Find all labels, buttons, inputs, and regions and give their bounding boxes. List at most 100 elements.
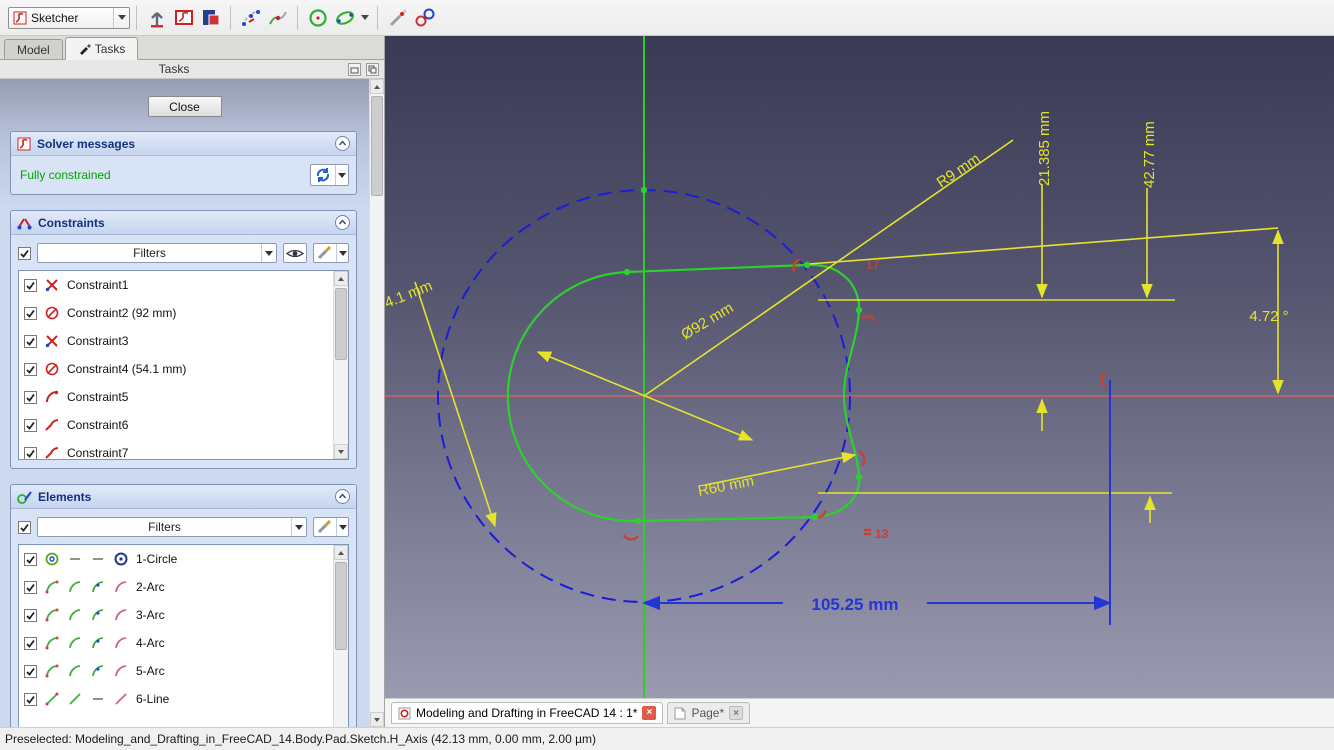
- sketch-viewport[interactable]: 4.1 mm Ø92 mm R9 mm 21.385 mm 42.77 mm 4…: [385, 36, 1334, 698]
- scrollbar-thumb[interactable]: [335, 288, 347, 360]
- constraint-marks[interactable]: [624, 259, 1113, 543]
- constraint-row[interactable]: Constraint3: [19, 327, 348, 355]
- scrollbar-thumb[interactable]: [335, 562, 347, 650]
- elements-filter-checkbox[interactable]: [18, 521, 31, 534]
- external-geometry-button[interactable]: [411, 4, 438, 31]
- close-button[interactable]: Close: [148, 96, 222, 117]
- scroll-up-arrow[interactable]: [370, 79, 384, 94]
- elements-scrollbar[interactable]: [333, 545, 348, 727]
- constraint-settings-button[interactable]: [313, 243, 349, 263]
- filter-dropdown-arrow[interactable]: [261, 244, 276, 262]
- tab-model[interactable]: Model: [4, 39, 63, 59]
- constraint-row[interactable]: Constraint7: [19, 439, 348, 460]
- view-sketch-button[interactable]: [170, 4, 197, 31]
- scrollbar-thumb[interactable]: [371, 96, 383, 196]
- element-row[interactable]: 6-Line: [19, 685, 348, 713]
- checkbox[interactable]: [24, 391, 37, 404]
- collapse-section-button[interactable]: [335, 136, 350, 151]
- dim-105-label[interactable]: 105.25 mm: [812, 595, 899, 614]
- element-row[interactable]: 2-Arc: [19, 573, 348, 601]
- tasks-scrollbar[interactable]: [369, 79, 384, 727]
- constraint-row[interactable]: Constraint6: [19, 411, 348, 439]
- settings-dropdown-arrow[interactable]: [336, 244, 348, 262]
- element-row[interactable]: 1-Circle: [19, 545, 348, 573]
- float-panel-button[interactable]: [348, 63, 361, 76]
- close-tab-icon[interactable]: ×: [729, 706, 743, 720]
- sketch-canvas[interactable]: 4.1 mm Ø92 mm R9 mm 21.385 mm 42.77 mm 4…: [385, 36, 1334, 698]
- elements-header[interactable]: Elements: [11, 485, 356, 509]
- checkbox[interactable]: [24, 581, 37, 594]
- create-conic-button[interactable]: [331, 4, 358, 31]
- scroll-down-arrow[interactable]: [370, 712, 384, 727]
- element-settings-button[interactable]: [313, 517, 349, 537]
- scroll-up-arrow[interactable]: [334, 271, 348, 286]
- checkbox[interactable]: [24, 279, 37, 292]
- checkbox[interactable]: [24, 609, 37, 622]
- scroll-down-arrow[interactable]: [334, 444, 348, 459]
- scroll-up-arrow[interactable]: [334, 545, 348, 560]
- constraint-row[interactable]: Constraint2 (92 mm): [19, 299, 348, 327]
- checkbox[interactable]: [24, 363, 37, 376]
- tangent-mark[interactable]: [862, 313, 876, 327]
- element-row[interactable]: 4-Arc: [19, 629, 348, 657]
- checkbox[interactable]: [24, 307, 37, 320]
- dim-54-label[interactable]: 4.1 mm: [385, 277, 435, 311]
- dim-r60-label[interactable]: R60 mm: [697, 472, 756, 500]
- checkbox[interactable]: [24, 637, 37, 650]
- dim-angle-label[interactable]: 4.72 °: [1249, 308, 1288, 325]
- constraint-number-13[interactable]: 13: [875, 527, 889, 541]
- dim-105[interactable]: 105.25 mm: [644, 380, 1110, 625]
- dimension-lines[interactable]: [415, 140, 1278, 526]
- tangent-mark[interactable]: [624, 529, 638, 543]
- extend-edge-button[interactable]: [384, 4, 411, 31]
- constraint-row[interactable]: Constraint1: [19, 271, 348, 299]
- dim-21-label[interactable]: 21.385 mm: [1036, 111, 1053, 186]
- constraints-header[interactable]: Constraints: [11, 211, 356, 235]
- checkbox[interactable]: [24, 665, 37, 678]
- document-tab-model[interactable]: Modeling and Drafting in FreeCAD 14 : 1*…: [391, 702, 663, 724]
- collapse-section-button[interactable]: [335, 489, 350, 504]
- solver-messages-header[interactable]: Solver messages: [11, 132, 356, 156]
- element-row[interactable]: 3-Arc: [19, 601, 348, 629]
- constraint-row[interactable]: Constraint4 (54.1 mm): [19, 355, 348, 383]
- view-section-button[interactable]: [197, 4, 224, 31]
- dim-54-leader[interactable]: [415, 282, 495, 526]
- auto-update-button[interactable]: [310, 164, 349, 186]
- constraints-filter-checkbox[interactable]: [18, 247, 31, 260]
- dim-42-label[interactable]: 42.77 mm: [1141, 121, 1158, 188]
- undock-panel-button[interactable]: [366, 63, 379, 76]
- filter-dropdown-arrow[interactable]: [291, 518, 306, 536]
- constraint-row[interactable]: Constraint5: [19, 383, 348, 411]
- element-row[interactable]: 5-Arc: [19, 657, 348, 685]
- join-curves-button[interactable]: [264, 4, 291, 31]
- document-tab-label: Modeling and Drafting in FreeCAD 14 : 1*: [416, 706, 637, 720]
- checkbox[interactable]: [24, 553, 37, 566]
- sketch-profile[interactable]: [508, 265, 859, 521]
- element-label: 4-Arc: [136, 636, 165, 650]
- create-conic-dropdown[interactable]: [358, 4, 371, 31]
- close-tab-icon[interactable]: ×: [642, 706, 656, 720]
- checkbox[interactable]: [24, 419, 37, 432]
- document-tab-page[interactable]: Page* ×: [667, 702, 750, 724]
- checkbox[interactable]: [24, 335, 37, 348]
- constraints-filter-row: Filters: [18, 243, 349, 263]
- page-icon: [674, 707, 686, 720]
- elements-filter-combo[interactable]: Filters: [37, 517, 307, 537]
- dim-r9-label[interactable]: R9 mm: [934, 150, 984, 191]
- workbench-selector[interactable]: Sketcher: [8, 7, 130, 29]
- insert-knot-button[interactable]: [237, 4, 264, 31]
- constraints-filter-combo[interactable]: Filters: [37, 243, 277, 263]
- refresh-dropdown-arrow[interactable]: [335, 165, 348, 185]
- constraints-scrollbar[interactable]: [333, 271, 348, 459]
- show-hide-constraints-button[interactable]: [283, 243, 307, 263]
- constraint-number-17[interactable]: 17: [866, 258, 880, 272]
- settings-dropdown-arrow[interactable]: [336, 518, 348, 536]
- leave-sketch-button[interactable]: [143, 4, 170, 31]
- tab-tasks[interactable]: Tasks: [65, 37, 139, 60]
- checkbox[interactable]: [24, 447, 37, 460]
- collapse-section-button[interactable]: [335, 215, 350, 230]
- dim-diameter-label[interactable]: Ø92 mm: [678, 299, 736, 343]
- workbench-dropdown-arrow[interactable]: [113, 8, 129, 28]
- checkbox[interactable]: [24, 693, 37, 706]
- create-circle-button[interactable]: [304, 4, 331, 31]
